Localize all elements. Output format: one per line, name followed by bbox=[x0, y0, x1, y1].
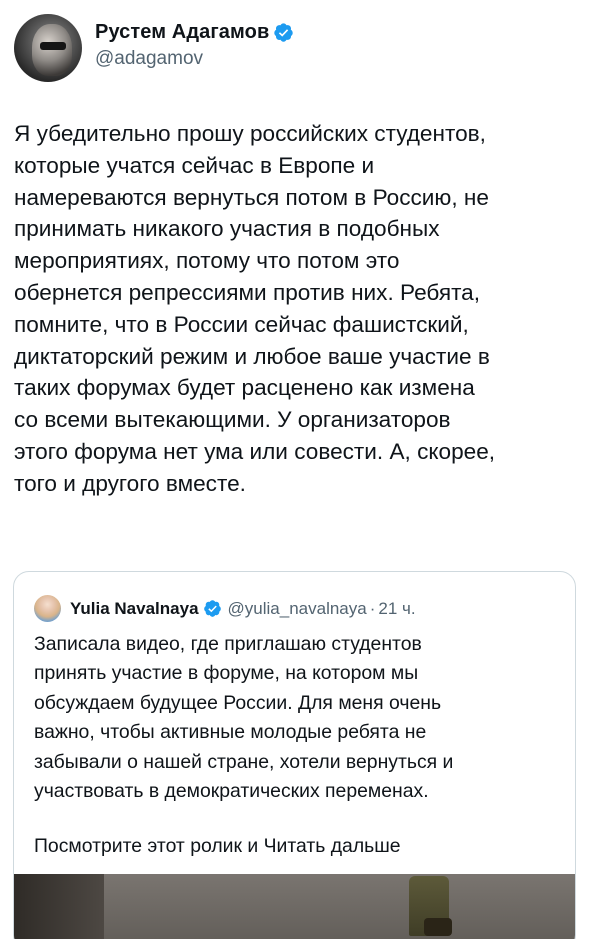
author-avatar[interactable] bbox=[14, 14, 82, 82]
quoted-verified-badge-icon bbox=[203, 600, 221, 617]
quoted-author-handle[interactable]: @yulia_navalnaya bbox=[228, 599, 367, 619]
verified-badge-icon bbox=[274, 22, 294, 42]
author-name-block: Рустем Адагамов @adagamov bbox=[95, 21, 294, 70]
quoted-tweet-header: Yulia Navalnaya @yulia_navalnaya · 21 ч. bbox=[34, 595, 416, 622]
separator-dot: · bbox=[369, 598, 376, 618]
tweet-text: Я убедительно прошу российских студентов… bbox=[14, 121, 496, 496]
author-handle[interactable]: @adagamov bbox=[95, 48, 294, 70]
quoted-video-preview[interactable] bbox=[14, 874, 575, 939]
video-frame-shadow bbox=[14, 874, 104, 939]
quoted-author-name[interactable]: Yulia Navalnaya bbox=[70, 599, 199, 619]
quoted-tweet-tail: Посмотрите этот ролик и Читать дальше bbox=[34, 832, 401, 861]
read-more-link[interactable]: Читать дальше bbox=[264, 835, 401, 857]
quoted-timestamp[interactable]: 21 ч. bbox=[378, 599, 415, 619]
author-name-row: Рустем Адагамов bbox=[95, 21, 294, 44]
video-frame-boot bbox=[424, 918, 452, 936]
author-name[interactable]: Рустем Адагамов bbox=[95, 21, 269, 44]
quoted-tail-text: Посмотрите этот ролик и bbox=[34, 835, 264, 857]
quoted-author-avatar[interactable] bbox=[34, 595, 61, 622]
quoted-tweet-text: Записала видео, где приглашаю студентов … bbox=[34, 633, 454, 803]
tweet-header: Рустем Адагамов @adagamov bbox=[14, 14, 294, 82]
quoted-tweet-card[interactable]: Yulia Navalnaya @yulia_navalnaya · 21 ч.… bbox=[13, 571, 576, 939]
